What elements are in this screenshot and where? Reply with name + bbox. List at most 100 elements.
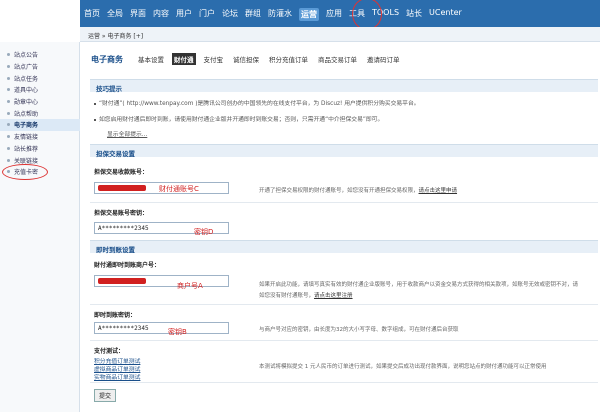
tip-line-1: “财付通”( http://www.tenpay.com )是腾讯公司创办的中国… [94, 98, 420, 107]
sub-tabs: 基本设置 财付通 支付宝 诚信担保 积分充值订单 商品交易订单 邀请码订单 [136, 53, 408, 65]
page-title: 电子商务 [91, 55, 123, 64]
sidebar-item-label: 站点广告 [14, 64, 39, 72]
annotation-tenpay-account: 财付通账号C [159, 185, 199, 193]
nav-global[interactable]: 全局 [107, 8, 123, 21]
bullet-icon [7, 65, 10, 69]
divider [90, 202, 598, 203]
show-all-tips-link[interactable]: 显示全部提示... [107, 129, 147, 138]
annotation-key-b: 密钥B [168, 328, 187, 336]
sidebar-item-label: 站长推荐 [14, 145, 39, 153]
nav-content[interactable]: 内容 [153, 8, 169, 21]
sidebar-item-label: 站点任务 [14, 75, 39, 83]
sidebar-item-help[interactable]: 站点帮助 [0, 107, 80, 119]
brand-area [0, 0, 80, 27]
sidebar-item-label: 电子商务 [14, 122, 39, 130]
guarantee-account-hint: 开通了担保交易权限的财付通账号，如您没有开通担保交易权限，请点击这里申请 [259, 186, 457, 194]
instant-merchant-hint-2-text: 如您没有财付通账号， [259, 293, 315, 299]
sidebar-item-props[interactable]: 道具中心 [0, 84, 80, 96]
apply-link[interactable]: 请点击这里申请 [419, 188, 458, 194]
sidebar-item-label: 勋章中心 [14, 99, 39, 107]
tip-line-2: 如您启用财付通后即时到账，请使用财付通企业版并开通即时到账交易；否则，只需开通“… [94, 114, 383, 123]
bullet-icon [7, 53, 10, 57]
tab-basic-settings[interactable]: 基本设置 [136, 53, 166, 65]
sidebar-item-ecommerce[interactable]: 电子商务 [0, 119, 80, 131]
annotation-key-d: 密钥D [194, 228, 214, 236]
payment-test-label: 支付测试： [94, 348, 125, 355]
tab-alipay[interactable]: 支付宝 [202, 53, 226, 65]
instant-key-input[interactable]: A*********2345 [94, 322, 229, 334]
nav-forum[interactable]: 论坛 [222, 8, 238, 21]
tab-tenpay[interactable]: 财付通 [172, 53, 196, 65]
sidebar-item-label: 友情链接 [14, 134, 39, 142]
sidebar-item-ads[interactable]: 站点广告 [0, 61, 80, 73]
guarantee-heading: 担保交易设置 [90, 144, 598, 158]
instant-merchant-label: 财付通即时到账商户号： [94, 262, 161, 269]
breadcrumb: 运营 » 电子商务 [+] [88, 33, 144, 40]
tab-credit-orders[interactable]: 积分充值订单 [267, 53, 310, 65]
guarantee-account-label: 担保交易收款账号： [94, 169, 149, 176]
sidebar-item-label: 站点公告 [14, 52, 39, 60]
bullet-icon [94, 118, 96, 121]
test-physical-goods-link[interactable]: 实物商品订单测试 [94, 372, 140, 381]
register-link[interactable]: 请点击这里注册 [314, 293, 353, 299]
instant-merchant-hint-2: 如您没有财付通账号，请点击这里注册 [259, 291, 353, 299]
tip-line-1-text: “财付通”( http://www.tenpay.com )是腾讯公司创办的中国… [99, 101, 420, 107]
sidebar-item-label: 道具中心 [14, 87, 39, 95]
submit-button[interactable]: 提交 [94, 389, 116, 402]
instant-merchant-input[interactable] [94, 275, 229, 287]
tip-line-2-text: 如您启用财付通后即时到账，请使用财付通企业版并开通即时到账交易；否则，只需开通“… [99, 117, 384, 123]
top-nav-links: 首页 全局 界面 内容 用户 门户 论坛 群组 防灌水 运营 应用 工具 TOO… [84, 8, 469, 21]
sidebar-item-tasks[interactable]: 站点任务 [0, 72, 80, 84]
bullet-icon [7, 123, 10, 127]
instant-merchant-hint-1: 如果开启此功能，请填写真实有效的财付通企业版账号，用于收款商户以资金交易方式获得… [259, 282, 579, 288]
redaction-mark [98, 185, 146, 191]
divider [90, 340, 598, 341]
bullet-icon [7, 111, 10, 115]
divider [90, 382, 598, 383]
guarantee-account-hint-text: 开通了担保交易权限的财付通账号，如您没有开通担保交易权限， [259, 188, 419, 194]
instant-key-hint: 与商户号对应的密钥，由长度为32的大小写字母、数字组成，可在财付通后台获取 [259, 327, 459, 333]
bullet-icon [7, 135, 10, 139]
nav-antispam[interactable]: 防灌水 [268, 8, 292, 21]
sidebar-item-friendlinks[interactable]: 友情链接 [0, 131, 80, 143]
payment-test-hint: 本测试将模拟提交 1 元人民币的订单进行测试，如果提交后成功出现付款界面，说明您… [259, 364, 547, 370]
nav-groups[interactable]: 群组 [245, 8, 261, 21]
nav-interface[interactable]: 界面 [130, 8, 146, 21]
main-content: 电子商务 基本设置 财付通 支付宝 诚信担保 积分充值订单 商品交易订单 邀请码… [84, 42, 600, 412]
nav-admin[interactable]: 站长 [406, 8, 422, 21]
top-bar: 首页 全局 界面 内容 用户 门户 论坛 群组 防灌水 运营 应用 工具 TOO… [0, 0, 600, 30]
bullet-icon [94, 102, 96, 105]
nav-operations[interactable]: 运营 [299, 8, 319, 21]
tips-heading: 技巧提示 [90, 79, 598, 93]
nav-apps[interactable]: 应用 [326, 8, 342, 21]
sidebar-item-recommend[interactable]: 站长推荐 [0, 143, 80, 155]
sidebar: 站点公告 站点广告 站点任务 道具中心 勋章中心 站点帮助 电子商务 友情链接 … [0, 42, 80, 412]
instant-key-label: 即时到账密钥： [94, 312, 137, 319]
bullet-icon [7, 76, 10, 80]
nav-home[interactable]: 首页 [84, 8, 100, 21]
tab-escrow[interactable]: 诚信担保 [231, 53, 261, 65]
instant-heading: 即时到账设置 [90, 240, 598, 254]
sidebar-item-announcements[interactable]: 站点公告 [0, 49, 80, 61]
bullet-icon [7, 88, 10, 92]
sidebar-item-label: 站点帮助 [14, 110, 39, 118]
sidebar-list: 站点公告 站点广告 站点任务 道具中心 勋章中心 站点帮助 电子商务 友情链接 … [0, 49, 80, 178]
bullet-icon [7, 100, 10, 104]
sidebar-item-related-links[interactable]: 关联链接 [0, 154, 80, 166]
nav-ucenter[interactable]: UCenter [429, 8, 462, 21]
nav-highlight-circle [352, 0, 382, 30]
bullet-icon [7, 146, 10, 150]
guarantee-key-label: 担保交易账号密钥： [94, 210, 149, 217]
sidebar-highlight-circle [2, 164, 48, 180]
divider [90, 304, 598, 305]
nav-portal[interactable]: 门户 [199, 8, 215, 21]
breadcrumb-bar: 运营 » 电子商务 [+] [80, 27, 600, 42]
redaction-mark [98, 278, 146, 284]
tab-goods-orders[interactable]: 商品交易订单 [316, 53, 359, 65]
bullet-icon [7, 158, 10, 162]
tab-invite-orders[interactable]: 邀请码订单 [365, 53, 402, 65]
nav-users[interactable]: 用户 [176, 8, 192, 21]
annotation-merchant-a: 商户号A [177, 282, 203, 290]
top-nav: 首页 全局 界面 内容 用户 门户 论坛 群组 防灌水 运营 应用 工具 TOO… [80, 0, 600, 30]
sidebar-item-medals[interactable]: 勋章中心 [0, 96, 80, 108]
